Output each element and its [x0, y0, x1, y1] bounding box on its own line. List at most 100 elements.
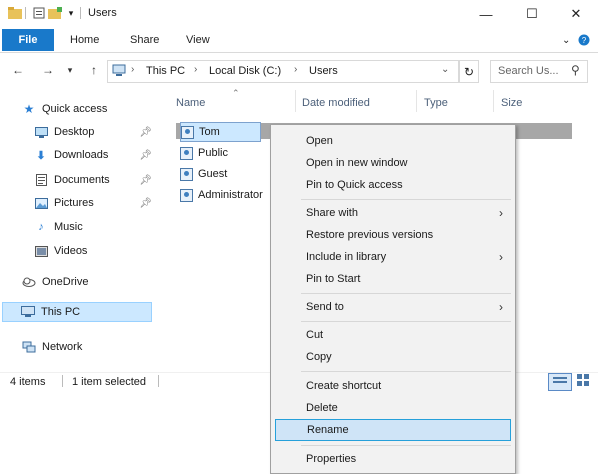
- column-separator[interactable]: [493, 90, 494, 112]
- breadcrumb-separator-icon: ›: [194, 64, 198, 75]
- tab-share[interactable]: Share: [130, 31, 159, 49]
- quick-access-toolbar-chevron-icon[interactable]: ▾: [64, 6, 78, 20]
- nav-item-documents[interactable]: Documents 📌︎: [34, 170, 152, 190]
- properties-icon[interactable]: [32, 6, 46, 20]
- column-header-name[interactable]: Name: [176, 95, 205, 111]
- list-item-public[interactable]: Public: [180, 144, 228, 162]
- submenu-arrow-icon: ›: [499, 300, 503, 314]
- tab-home[interactable]: Home: [70, 31, 99, 49]
- nav-item-label: Pictures: [54, 197, 94, 209]
- nav-item-pictures[interactable]: Pictures 📌︎: [34, 193, 152, 213]
- user-folder-icon: [181, 125, 194, 139]
- breadcrumb-local-disk[interactable]: Local Disk (C:): [209, 65, 281, 77]
- menu-separator: [301, 293, 511, 294]
- back-arrow-icon[interactable]: ←: [10, 62, 26, 78]
- menu-item-label: Cut: [306, 329, 324, 341]
- user-folder-icon: [180, 167, 193, 181]
- title-divider: [25, 7, 26, 19]
- menu-item-send-to[interactable]: Send to ›: [271, 296, 515, 318]
- nav-network[interactable]: Network: [22, 337, 82, 357]
- menu-item-pin-start[interactable]: Pin to Start: [271, 268, 515, 290]
- tab-view[interactable]: View: [186, 31, 210, 49]
- star-icon: ★: [23, 102, 35, 116]
- nav-item-label: Downloads: [54, 149, 109, 161]
- up-arrow-icon[interactable]: ↑: [86, 62, 102, 78]
- address-dropdown-chevron-icon[interactable]: ⌄: [441, 64, 449, 75]
- menu-item-copy[interactable]: Copy: [271, 346, 515, 368]
- nav-this-pc[interactable]: This PC: [2, 302, 152, 322]
- details-view-icon: [553, 376, 567, 389]
- breadcrumb-users[interactable]: Users: [309, 65, 338, 77]
- menu-separator: [301, 445, 511, 446]
- status-divider: [62, 375, 63, 387]
- menu-item-open[interactable]: Open: [271, 130, 515, 152]
- column-separator[interactable]: [416, 90, 417, 112]
- documents-icon: [34, 174, 48, 186]
- nav-item-label: Videos: [54, 245, 88, 257]
- nav-onedrive-label: OneDrive: [42, 276, 89, 288]
- folder-icon: [8, 6, 22, 20]
- pin-icon[interactable]: 📌︎: [139, 150, 152, 161]
- music-icon: ♪: [38, 221, 44, 233]
- minimize-button[interactable]: —: [463, 0, 509, 28]
- pictures-icon: [34, 197, 48, 209]
- nav-item-videos[interactable]: Videos: [34, 241, 87, 261]
- menu-separator: [301, 371, 511, 372]
- menu-item-properties[interactable]: Properties: [271, 448, 515, 470]
- nav-quick-access[interactable]: ★ Quick access: [22, 99, 108, 119]
- search-placeholder: Search Us...: [498, 65, 559, 77]
- nav-item-desktop[interactable]: Desktop 📌︎: [34, 122, 152, 142]
- menu-item-create-shortcut[interactable]: Create shortcut: [271, 375, 515, 397]
- menu-item-rename[interactable]: Rename: [275, 419, 511, 441]
- menu-item-cut[interactable]: Cut: [271, 324, 515, 346]
- list-item-tom[interactable]: Tom: [180, 122, 261, 142]
- menu-item-label: Include in library: [306, 251, 387, 263]
- recent-locations-chevron-icon[interactable]: ▾: [62, 62, 78, 78]
- menu-item-pin-quick-access[interactable]: Pin to Quick access: [271, 174, 515, 196]
- pin-icon[interactable]: 📌︎: [139, 175, 152, 186]
- menu-item-share-with[interactable]: Share with ›: [271, 202, 515, 224]
- maximize-button[interactable]: ☐: [509, 0, 555, 28]
- menu-item-label: Pin to Start: [306, 273, 361, 285]
- menu-item-label: Open in new window: [306, 157, 408, 169]
- nav-onedrive[interactable]: OneDrive: [22, 272, 88, 292]
- new-folder-icon[interactable]: [48, 6, 62, 20]
- large-icons-view-button[interactable]: [574, 373, 592, 389]
- help-icon[interactable]: ?: [578, 31, 590, 49]
- menu-item-open-new-window[interactable]: Open in new window: [271, 152, 515, 174]
- breadcrumb-this-pc[interactable]: This PC: [146, 65, 185, 77]
- nav-item-label: Desktop: [54, 126, 95, 138]
- nav-item-label: Music: [54, 221, 83, 233]
- nav-item-music[interactable]: ♪ Music: [34, 217, 83, 237]
- tab-file[interactable]: File: [2, 29, 54, 51]
- column-header-size[interactable]: Size: [501, 95, 522, 111]
- column-header-type[interactable]: Type: [424, 95, 448, 111]
- downloads-icon: ⬇: [36, 149, 46, 162]
- pin-icon[interactable]: 📌︎: [139, 198, 152, 209]
- videos-icon: [34, 245, 48, 257]
- details-view-button[interactable]: [548, 373, 572, 391]
- search-input[interactable]: Search Us... ⚲: [490, 60, 588, 83]
- chevron-down-icon[interactable]: ⌄: [562, 31, 570, 49]
- menu-item-restore-previous[interactable]: Restore previous versions: [271, 224, 515, 246]
- pin-icon[interactable]: 📌︎: [139, 127, 152, 138]
- close-button[interactable]: ✕: [553, 0, 598, 28]
- menu-item-delete[interactable]: Delete: [271, 397, 515, 419]
- menu-item-label: Create shortcut: [306, 380, 382, 392]
- list-item-label: Administrator: [198, 189, 263, 201]
- context-menu: Open Open in new window Pin to Quick acc…: [270, 124, 516, 474]
- large-icons-view-icon: [577, 373, 589, 389]
- menu-item-label: Share with: [306, 207, 358, 219]
- nav-item-downloads[interactable]: ⬇ Downloads 📌︎: [34, 145, 152, 165]
- refresh-button[interactable]: ↻: [459, 60, 479, 83]
- list-item-administrator[interactable]: Administrator: [180, 186, 263, 204]
- forward-arrow-icon[interactable]: →: [40, 62, 56, 78]
- refresh-icon: ↻: [463, 64, 475, 79]
- menu-item-include-library[interactable]: Include in library ›: [271, 246, 515, 268]
- nav-this-pc-label: This PC: [41, 306, 81, 318]
- column-separator[interactable]: [295, 90, 296, 112]
- list-item-label: Tom: [199, 126, 220, 138]
- menu-item-label: Copy: [306, 351, 332, 363]
- list-item-guest[interactable]: Guest: [180, 165, 227, 183]
- column-header-date-modified[interactable]: Date modified: [302, 95, 370, 111]
